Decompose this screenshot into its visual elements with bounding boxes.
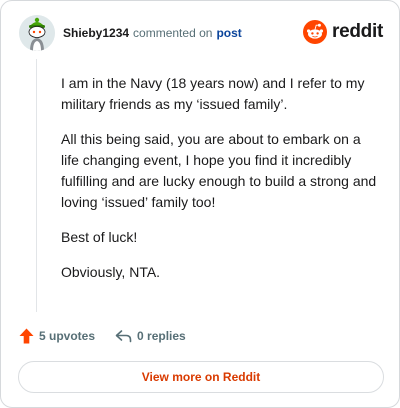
comment-body: I am in the Navy (18 years now) and I re… — [61, 73, 379, 297]
comment-actions: 5 upvotes 0 replies — [19, 326, 186, 346]
view-more-button[interactable]: View more on Reddit — [18, 361, 384, 393]
upvote-arrow-icon — [19, 328, 34, 344]
comment-paragraph: All this being said, you are about to em… — [61, 131, 377, 210]
comment-header: Shieby1234 commented on post — [19, 15, 242, 51]
snoo-avatar-icon — [19, 15, 55, 51]
username-link[interactable]: Shieby1234 — [63, 26, 129, 40]
reply-count: 0 replies — [137, 329, 186, 343]
reddit-snoo-icon — [303, 20, 328, 44]
thread-line — [36, 59, 37, 312]
comment-paragraph: I am in the Navy (18 years now) and I re… — [61, 75, 365, 112]
upvote-button[interactable]: 5 upvotes — [19, 328, 95, 344]
byline-action-text: commented on — [133, 26, 213, 40]
replies-button[interactable]: 0 replies — [115, 329, 186, 343]
comment-byline: Shieby1234 commented on post — [63, 26, 242, 40]
comment-paragraph: Best of luck! — [61, 229, 138, 245]
upvote-count: 5 upvotes — [39, 329, 96, 343]
reddit-logo[interactable]: reddit — [303, 20, 383, 44]
reddit-wordmark: reddit — [332, 21, 383, 42]
comment-paragraph: Obviously, NTA. — [61, 264, 161, 280]
embedded-comment-card: Shieby1234 commented on post reddit I am… — [0, 0, 400, 408]
post-link[interactable]: post — [216, 26, 241, 40]
reply-arrow-icon — [115, 330, 132, 343]
user-avatar[interactable] — [19, 15, 55, 51]
